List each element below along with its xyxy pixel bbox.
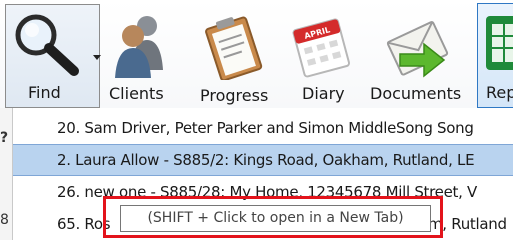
documents-label: Documents [370, 84, 462, 103]
magnifier-icon [15, 14, 79, 76]
tooltip: (SHIFT + Click to open in a New Tab) [120, 205, 431, 232]
list-item[interactable]: 20. Sam Driver, Peter Parker and Simon M… [13, 112, 513, 144]
envelope-arrow-icon [386, 21, 449, 78]
clients-button[interactable]: Clients [103, 4, 175, 108]
people-icon [115, 16, 163, 78]
progress-button[interactable]: Progress [192, 4, 274, 108]
clipboard-icon [205, 16, 263, 80]
chevron-down-icon[interactable] [93, 55, 101, 60]
clients-label: Clients [109, 84, 164, 103]
reports-label: Rep [486, 83, 513, 102]
documents-button[interactable]: Documents [364, 4, 469, 108]
diary-label: Diary [302, 84, 345, 103]
list-item-text: 26. new one - S885/28: My Home, 12345678… [57, 183, 477, 201]
ribbon-toolbar: Find Clients Progress APRIL Diary Docume… [0, 0, 513, 108]
diary-button[interactable]: APRIL Diary [286, 4, 358, 108]
find-label: Find [28, 83, 61, 102]
left-pane-glyph-top: ? [0, 130, 9, 146]
left-pane-glyph-bottom: 8 [0, 212, 9, 228]
list-item-text: 2. Laura Allow - S885/2: Kings Road, Oak… [57, 151, 475, 169]
list-item-text: 20. Sam Driver, Peter Parker and Simon M… [57, 119, 474, 137]
reports-button[interactable]: Rep [477, 3, 513, 108]
app-window: Find Clients Progress APRIL Diary Docume… [0, 0, 513, 240]
calendar-icon: APRIL [292, 18, 351, 78]
list-item[interactable]: 26. new one - S885/28: My Home, 12345678… [13, 176, 513, 208]
find-button[interactable]: Find [5, 4, 101, 108]
list-item-text-tail: m, Rutland [428, 215, 507, 233]
left-pane-edge: ? 8 [0, 108, 12, 240]
list-item-selected[interactable]: 2. Laura Allow - S885/2: Kings Road, Oak… [13, 144, 513, 176]
spreadsheet-icon [486, 16, 513, 70]
list-item-text: 65. Ros [57, 215, 111, 233]
progress-label: Progress [200, 86, 269, 105]
